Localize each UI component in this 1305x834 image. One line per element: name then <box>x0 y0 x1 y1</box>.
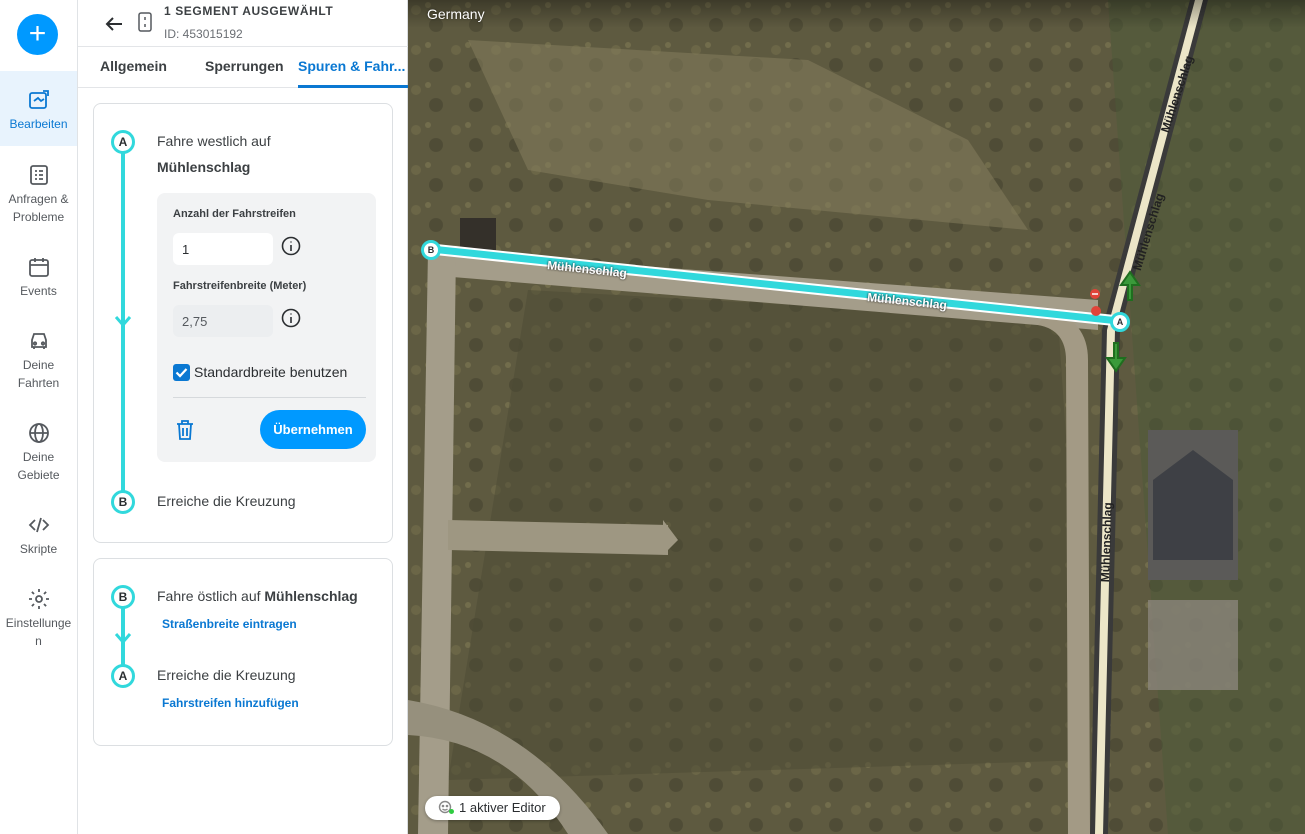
lanes-count-input[interactable] <box>173 233 273 265</box>
add-lanes-link[interactable]: Fahrstreifen hinzufügen <box>162 696 299 710</box>
nav-item-label: Bearbeiten <box>9 117 68 131</box>
end-text: Erreiche die Kreuzung <box>157 667 296 683</box>
segment-icon <box>138 12 152 32</box>
nav-item-label: Deine Fahrten <box>17 358 60 390</box>
nav-item-label: Deine Gebiete <box>17 450 60 482</box>
street-name: Mühlenschlag <box>264 588 358 604</box>
direction-arrow-icon <box>114 633 132 645</box>
online-status-dot <box>449 809 454 814</box>
lanes-count-label: Anzahl der Fahrstreifen <box>173 208 296 220</box>
lane-width-input[interactable] <box>173 305 273 337</box>
segment-id: ID: 453015192 <box>164 27 243 41</box>
nav-item-settings[interactable]: Einstellunge n <box>0 587 77 648</box>
add-button[interactable]: + <box>17 14 58 55</box>
node-b: B <box>111 585 135 609</box>
edit-map-icon <box>28 90 49 109</box>
code-icon <box>28 517 49 533</box>
default-width-label[interactable]: Standardbreite benutzen <box>194 364 347 380</box>
calendar-icon <box>28 258 49 277</box>
nav-item-label: Events <box>20 284 57 298</box>
info-icon[interactable] <box>281 236 301 256</box>
segment-panel: 1 SEGMENT AUSGEWÄHLT ID: 453015192 Allge… <box>78 0 408 834</box>
car-icon <box>30 333 47 349</box>
nav-item-scripts[interactable]: Skripte <box>0 513 77 556</box>
direction-card-west: A Fahre westlich auf Mühlenschlag Anzahl… <box>93 103 393 543</box>
tab-general[interactable]: Allgemein <box>100 58 167 74</box>
nav-rail: + Bearbeiten Anfragen & Probleme Events … <box>0 0 78 834</box>
direction-text: Fahre östlich auf Mühlenschlag <box>157 588 358 604</box>
lane-settings-box: Anzahl der Fahrstreifen Fahrstreifenbrei… <box>157 193 376 462</box>
panel-tabs: Allgemein Sperrungen Spuren & Fahr... <box>78 47 408 88</box>
nav-item-label: Einstellunge n <box>5 616 72 648</box>
tab-lanes[interactable]: Spuren & Fahr... <box>298 58 405 74</box>
direction-prefix: Fahre östlich auf <box>157 588 265 604</box>
nav-item-events[interactable]: Events <box>0 255 77 298</box>
map-view[interactable]: B A Mühlenschlag Mühlenschlag Mühlenschl… <box>408 0 1305 834</box>
apply-button[interactable]: Übernehmen <box>260 410 366 449</box>
nav-item-drives[interactable]: Deine Fahrten <box>0 329 77 390</box>
panel-title: 1 SEGMENT AUSGEWÄHLT <box>164 4 334 18</box>
back-arrow-icon[interactable] <box>102 12 126 36</box>
map-node-b[interactable]: B <box>421 240 441 260</box>
direction-text: Fahre westlich auf <box>157 133 271 149</box>
direction-card-east: B Fahre östlich auf Mühlenschlag Straßen… <box>93 558 393 746</box>
divider <box>173 397 366 398</box>
node-a: A <box>111 130 135 154</box>
nav-item-label: Skripte <box>19 542 58 556</box>
node-b: B <box>111 490 135 514</box>
globe-icon <box>28 423 49 443</box>
info-icon[interactable] <box>281 308 301 328</box>
nav-item-requests[interactable]: Anfragen & Probleme <box>0 163 77 224</box>
street-name: Mühlenschlag <box>157 159 251 175</box>
active-editors-label: 1 aktiver Editor <box>459 800 546 815</box>
map-node-a[interactable]: A <box>1110 312 1130 332</box>
nav-item-edit[interactable]: Bearbeiten <box>0 71 77 146</box>
end-text: Erreiche die Kreuzung <box>157 493 296 509</box>
map-top-shade <box>408 0 1305 28</box>
nav-item-label: Anfragen & Probleme <box>8 192 69 224</box>
lane-width-label: Fahrstreifenbreite (Meter) <box>173 280 307 292</box>
map-country-label: Germany <box>427 6 485 22</box>
panel-header: 1 SEGMENT AUSGEWÄHLT ID: 453015192 <box>78 0 408 47</box>
direction-arrow-icon <box>114 316 132 328</box>
gear-icon <box>28 589 49 609</box>
nav-item-areas[interactable]: Deine Gebiete <box>0 421 77 482</box>
active-tab-indicator <box>298 85 408 88</box>
node-a: A <box>111 664 135 688</box>
default-width-checkbox[interactable] <box>173 364 190 381</box>
checkmark-icon <box>175 368 188 378</box>
trash-icon[interactable] <box>175 419 195 441</box>
tab-closures[interactable]: Sperrungen <box>205 58 284 74</box>
enter-road-width-link[interactable]: Straßenbreite eintragen <box>162 617 297 631</box>
requests-icon <box>29 165 48 185</box>
active-editors-pill[interactable]: 1 aktiver Editor <box>425 796 560 820</box>
street-label: Mühlenschlag <box>1098 502 1115 583</box>
